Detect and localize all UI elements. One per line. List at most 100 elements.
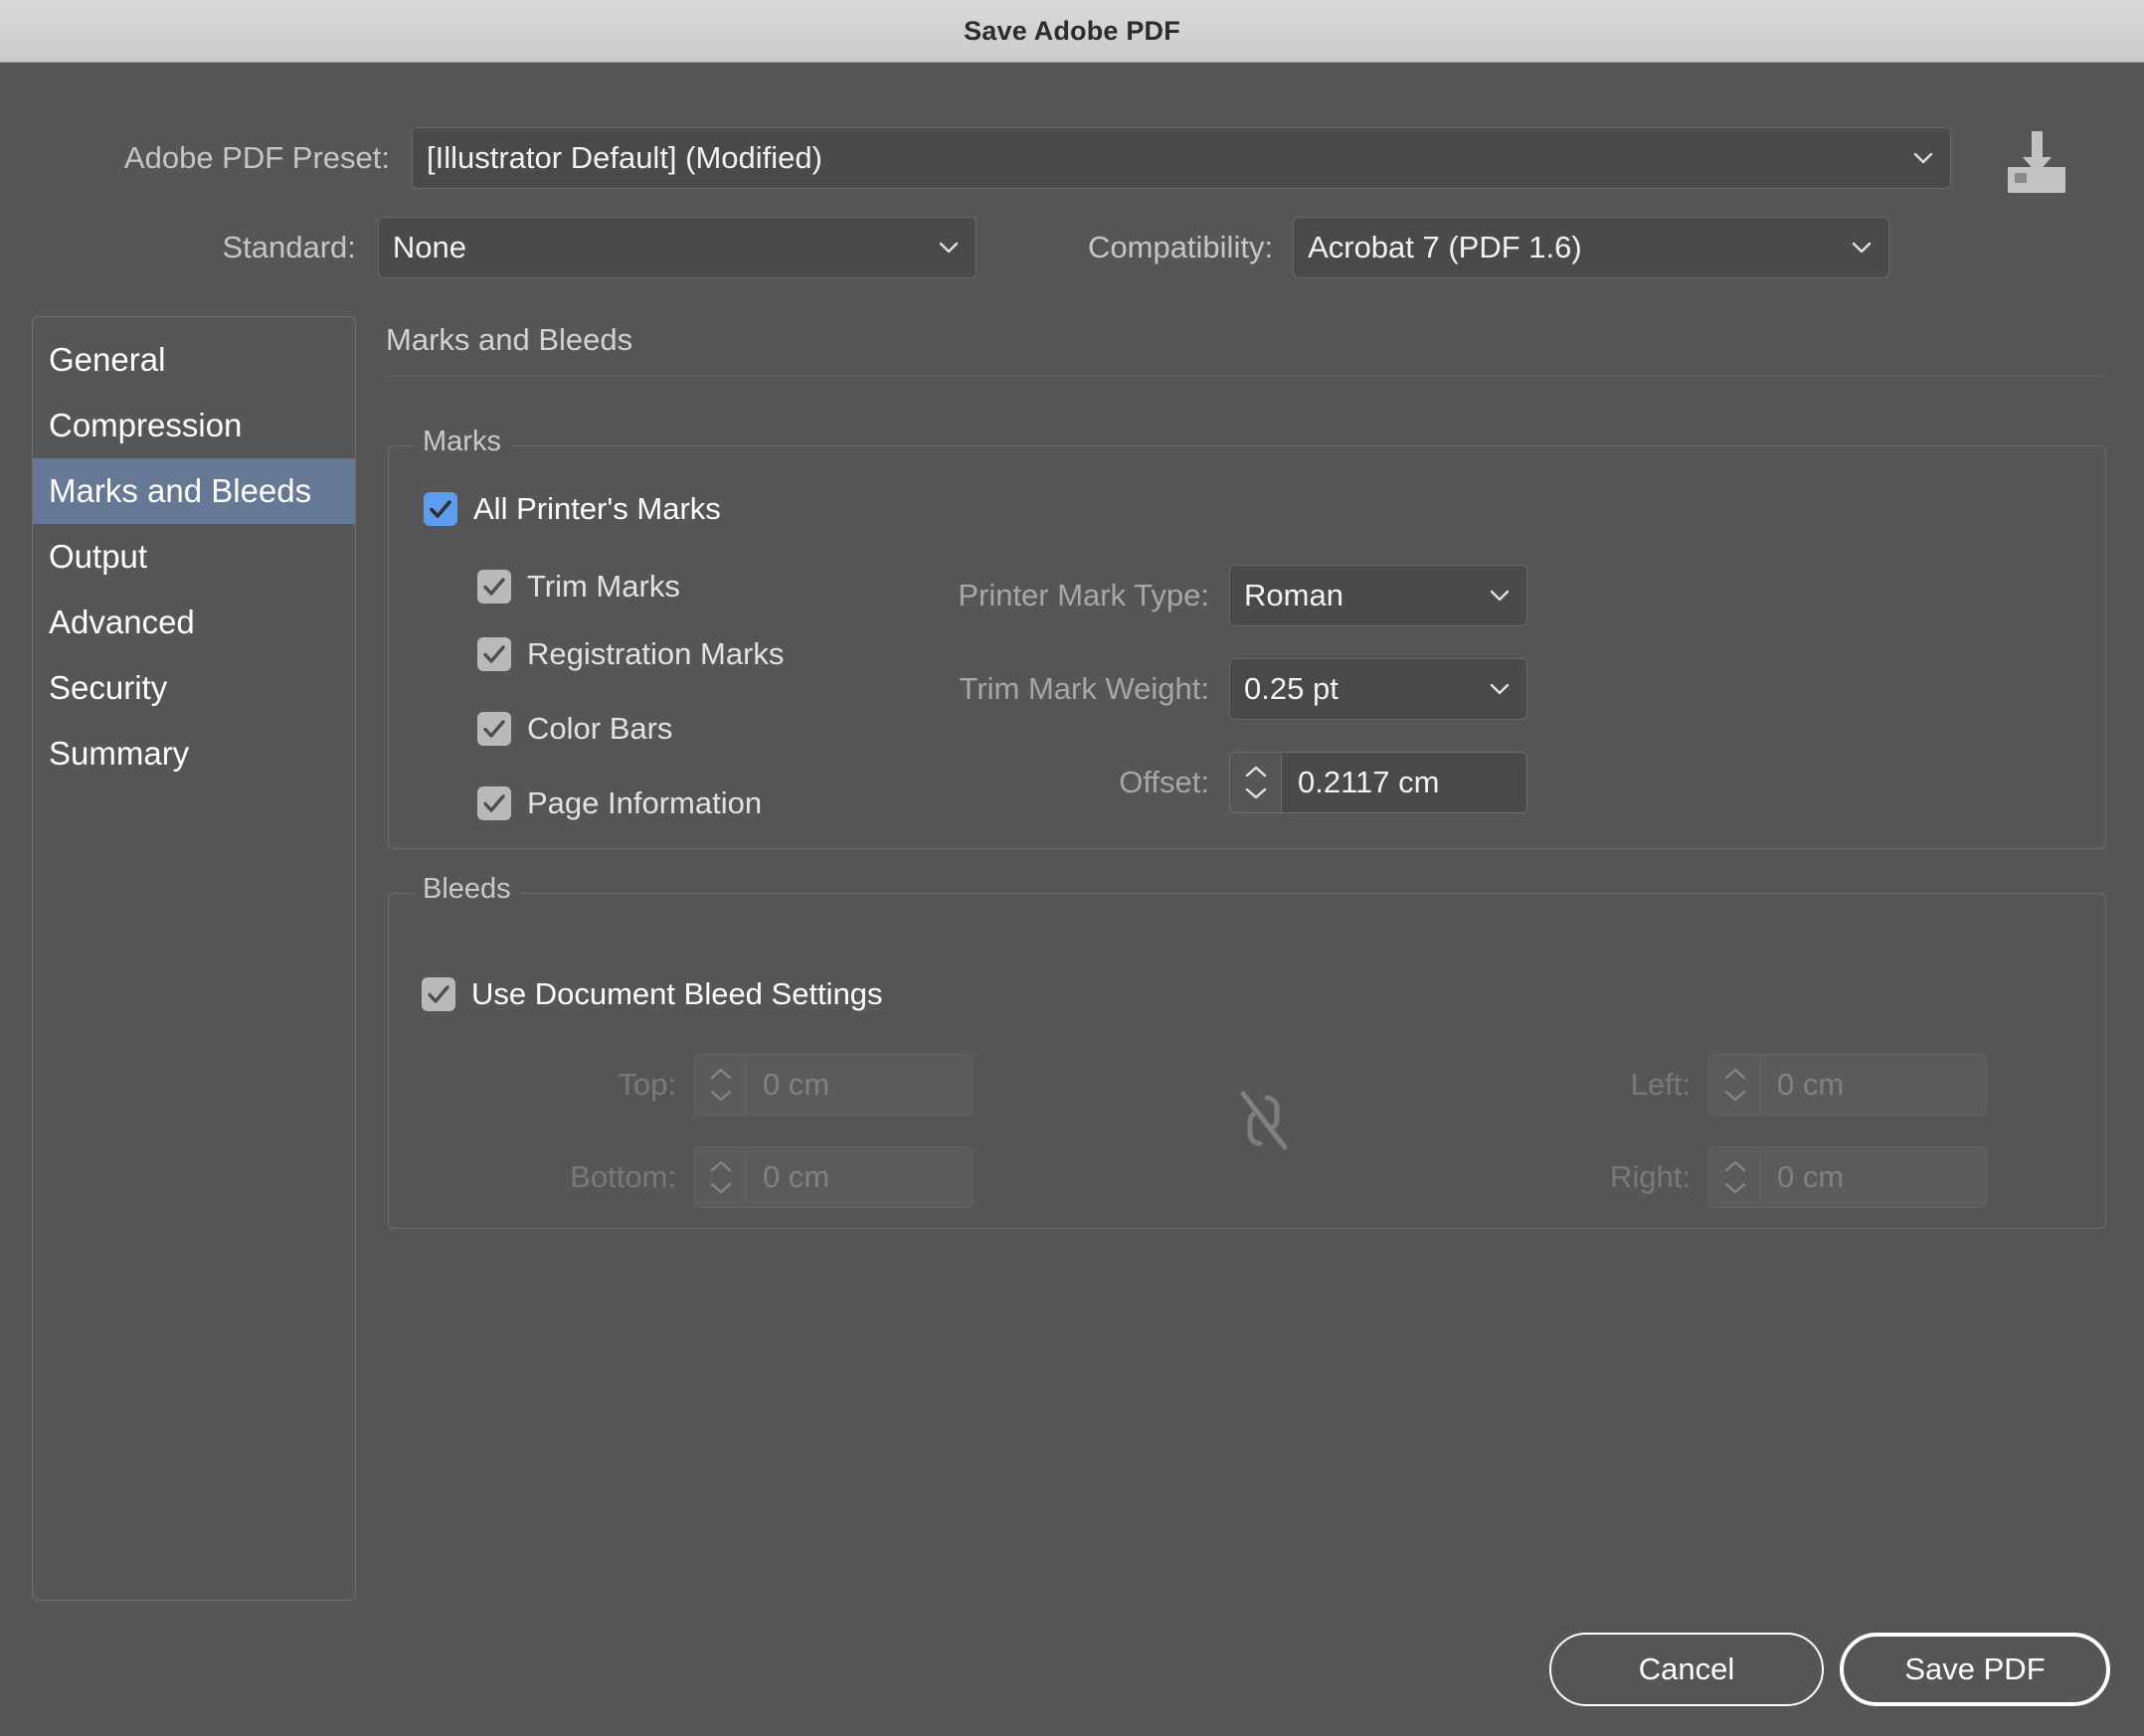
stepper-buttons[interactable] — [1709, 1055, 1761, 1115]
bleed-left-value[interactable]: 0 cm — [1761, 1055, 1986, 1115]
chevron-down-icon — [1245, 787, 1266, 799]
compatibility-dropdown[interactable]: Acrobat 7 (PDF 1.6) — [1293, 217, 1890, 278]
broken-link-icon[interactable] — [1236, 1086, 1292, 1155]
preset-row: Adobe PDF Preset: [Illustrator Default] … — [62, 127, 1979, 189]
bleed-right-row: Right: 0 cm — [1432, 1146, 1987, 1208]
chevron-down-icon — [1724, 1090, 1745, 1102]
offset-row: Offset: 0.2117 cm — [881, 752, 1527, 813]
checkmark-icon — [477, 786, 511, 820]
bleed-top-label: Top: — [618, 1067, 676, 1102]
sidebar-item-output[interactable]: Output — [33, 524, 355, 590]
checkbox-label: Page Information — [527, 785, 763, 820]
sidebar-item-label: Compression — [49, 407, 243, 443]
chevron-down-icon — [938, 237, 960, 259]
bleed-right-stepper[interactable]: 0 cm — [1708, 1146, 1987, 1208]
checkbox-use-document-bleed-settings[interactable]: Use Document Bleed Settings — [422, 976, 883, 1012]
save-preset-icon[interactable] — [1999, 127, 2074, 199]
chevron-up-icon — [1724, 1160, 1745, 1172]
preset-label: Adobe PDF Preset: — [123, 140, 390, 175]
compatibility-label: Compatibility: — [1088, 230, 1274, 264]
preset-dropdown[interactable]: [Illustrator Default] (Modified) — [412, 127, 1951, 189]
checkbox-registration-marks[interactable]: Registration Marks — [477, 636, 784, 672]
offset-value[interactable]: 0.2117 cm — [1282, 753, 1526, 812]
bleed-right-value[interactable]: 0 cm — [1761, 1147, 1986, 1207]
checkbox-label: All Printer's Marks — [473, 491, 721, 526]
cancel-button[interactable]: Cancel — [1549, 1633, 1824, 1706]
chevron-down-icon — [1489, 678, 1511, 700]
sidebar-item-general[interactable]: General — [33, 327, 355, 393]
sidebar-item-compression[interactable]: Compression — [33, 393, 355, 458]
bleed-right-label: Right: — [1610, 1159, 1691, 1194]
bleed-left-label: Left: — [1630, 1067, 1691, 1102]
checkbox-all-printers-marks[interactable]: All Printer's Marks — [424, 491, 721, 527]
compatibility-row: Compatibility: Acrobat 7 (PDF 1.6) — [1088, 217, 2082, 278]
bleeds-legend: Bleeds — [413, 873, 521, 906]
bleed-bottom-value[interactable]: 0 cm — [747, 1147, 972, 1207]
save-pdf-button-label: Save PDF — [1904, 1651, 2046, 1686]
preset-value: [Illustrator Default] (Modified) — [427, 140, 822, 175]
sidebar-item-label: Security — [49, 669, 168, 706]
checkbox-label: Registration Marks — [527, 636, 785, 671]
stepper-buttons[interactable] — [695, 1055, 747, 1115]
chevron-down-icon — [710, 1182, 731, 1194]
sidebar-item-summary[interactable]: Summary — [33, 721, 355, 786]
sidebar-item-marks-and-bleeds[interactable]: Marks and Bleeds — [33, 458, 355, 524]
settings-sidebar[interactable]: General Compression Marks and Bleeds Output… — [32, 316, 356, 1601]
trim-mark-weight-label: Trim Mark Weight: — [959, 671, 1209, 706]
sidebar-item-label: Output — [49, 538, 148, 575]
dialog-title: Save Adobe PDF — [964, 15, 1180, 46]
stepper-buttons[interactable] — [1709, 1147, 1761, 1207]
bleed-top-value[interactable]: 0 cm — [747, 1055, 972, 1115]
standard-dropdown[interactable]: None — [377, 217, 977, 278]
checkmark-icon — [477, 712, 511, 746]
sidebar-item-label: Marks and Bleeds — [49, 472, 312, 509]
checkbox-label: Use Document Bleed Settings — [471, 976, 883, 1011]
save-pdf-button[interactable]: Save PDF — [1840, 1633, 2110, 1706]
compatibility-value: Acrobat 7 (PDF 1.6) — [1308, 230, 1582, 264]
checkbox-label: Trim Marks — [527, 569, 680, 604]
trim-mark-weight-dropdown[interactable]: 0.25 pt — [1229, 658, 1527, 720]
chevron-down-icon — [1851, 237, 1873, 259]
bleed-left-stepper[interactable]: 0 cm — [1708, 1054, 1987, 1116]
panel-divider — [386, 376, 2106, 377]
page-title: Marks and Bleeds — [386, 322, 633, 357]
checkbox-trim-marks[interactable]: Trim Marks — [477, 569, 680, 605]
checkbox-page-information[interactable]: Page Information — [477, 785, 762, 821]
offset-label: Offset: — [1119, 765, 1209, 799]
printer-mark-type-label: Printer Mark Type: — [958, 578, 1209, 612]
dialog-titlebar: Save Adobe PDF — [0, 0, 2144, 63]
bleed-bottom-row: Bottom: 0 cm — [517, 1146, 973, 1208]
chevron-up-icon — [1245, 766, 1266, 778]
trim-mark-weight-value: 0.25 pt — [1244, 671, 1339, 706]
checkbox-label: Color Bars — [527, 711, 673, 746]
sidebar-item-label: Summary — [49, 735, 190, 772]
printer-mark-type-dropdown[interactable]: Roman — [1229, 565, 1527, 626]
chevron-up-icon — [710, 1160, 731, 1172]
sidebar-item-security[interactable]: Security — [33, 655, 355, 721]
checkmark-icon — [477, 570, 511, 604]
bleed-top-row: Top: 0 cm — [517, 1054, 973, 1116]
sidebar-item-label: General — [49, 341, 166, 378]
bleed-left-row: Left: 0 cm — [1432, 1054, 1987, 1116]
stepper-buttons[interactable] — [1230, 753, 1282, 812]
standard-value: None — [392, 230, 467, 264]
checkbox-color-bars[interactable]: Color Bars — [477, 711, 672, 747]
chevron-up-icon — [710, 1068, 731, 1080]
bleed-bottom-stepper[interactable]: 0 cm — [694, 1146, 973, 1208]
sidebar-item-advanced[interactable]: Advanced — [33, 590, 355, 655]
standard-row: Standard: None — [62, 217, 977, 278]
printer-mark-type-row: Printer Mark Type: Roman — [881, 565, 1527, 626]
bleed-top-stepper[interactable]: 0 cm — [694, 1054, 973, 1116]
chevron-down-icon — [710, 1090, 731, 1102]
offset-stepper[interactable]: 0.2117 cm — [1229, 752, 1527, 813]
bleed-bottom-label: Bottom: — [570, 1159, 676, 1194]
printer-mark-type-value: Roman — [1244, 578, 1343, 612]
checkmark-icon — [424, 492, 457, 526]
chevron-down-icon — [1724, 1182, 1745, 1194]
sidebar-item-label: Advanced — [49, 604, 195, 640]
chevron-down-icon — [1489, 585, 1511, 607]
chevron-up-icon — [1724, 1068, 1745, 1080]
chevron-down-icon — [1912, 147, 1934, 169]
stepper-buttons[interactable] — [695, 1147, 747, 1207]
checkmark-icon — [477, 637, 511, 671]
